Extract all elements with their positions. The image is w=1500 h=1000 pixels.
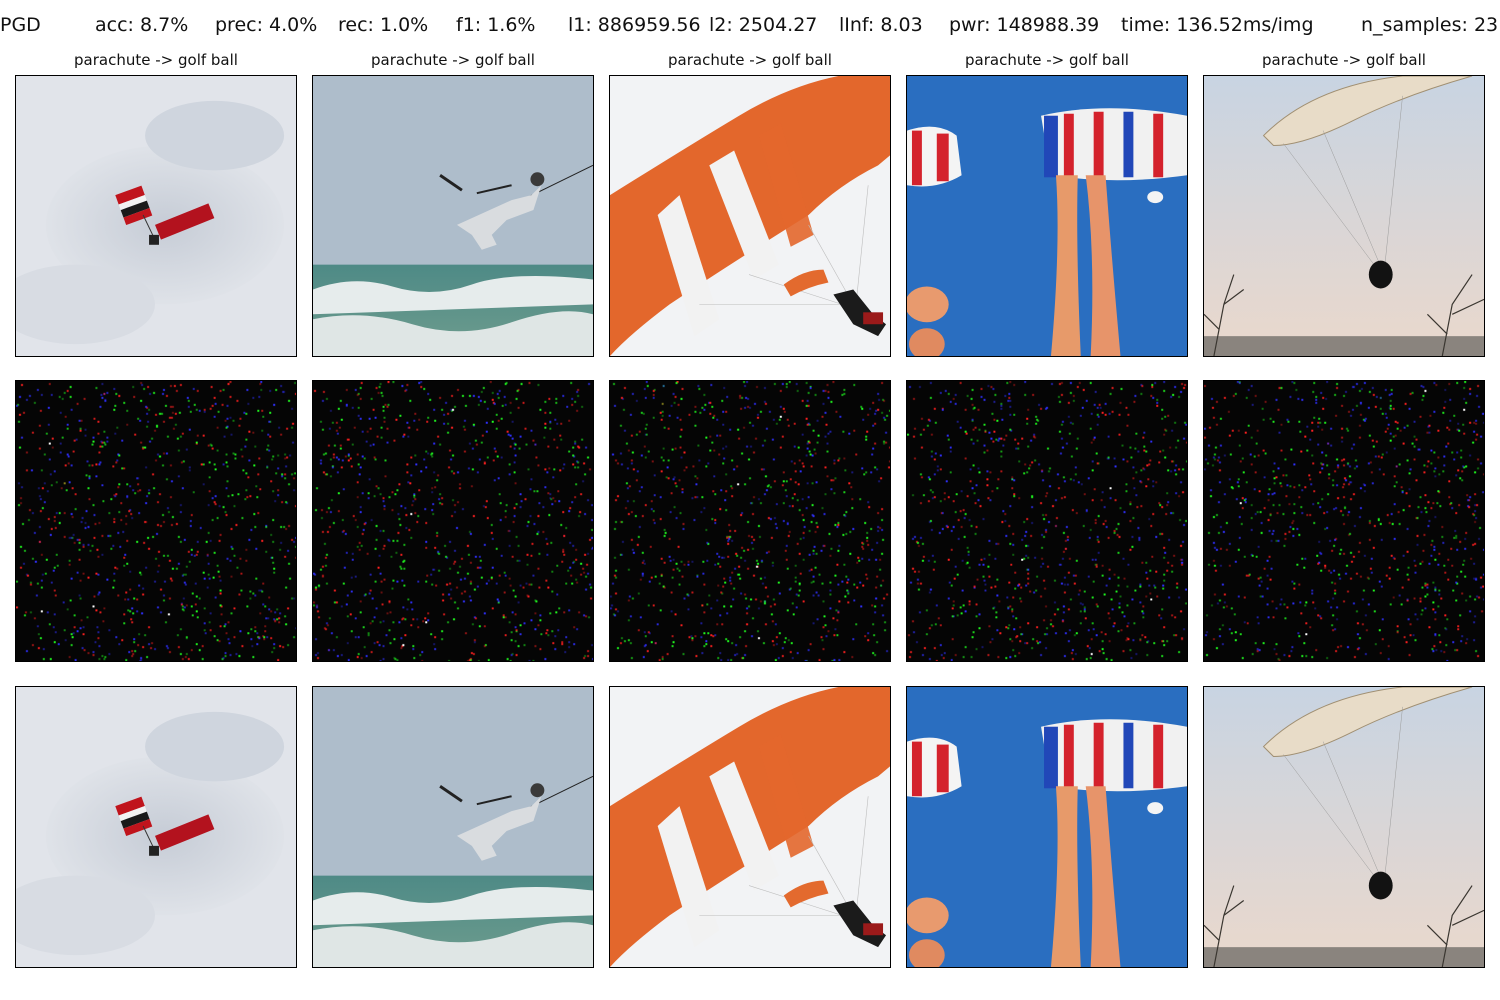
perturbation-noise [907, 381, 1187, 661]
l1-metric: l1: 886959.56 [568, 14, 701, 36]
adversarial-image-panel [15, 686, 297, 968]
kitesurfer-adversarial-image [313, 687, 593, 967]
perturbation-noise [16, 381, 296, 661]
column-title: parachute -> golf ball [371, 51, 535, 69]
precision-metric: prec: 4.0% [215, 14, 318, 36]
perturbation-panel [15, 380, 297, 662]
perturbation-noise [610, 381, 890, 661]
power-metric: pwr: 148988.39 [949, 14, 1100, 36]
f1-metric: f1: 1.6% [456, 14, 536, 36]
adversarial-image-panel [906, 686, 1188, 968]
perturbation-panel [1203, 380, 1485, 662]
raf-parachutes-image [907, 76, 1187, 356]
column-title: parachute -> golf ball [74, 51, 238, 69]
adversarial-image-panel [609, 686, 891, 968]
time-metric: time: 136.52ms/img [1121, 14, 1314, 36]
perturbation-noise [313, 381, 593, 661]
parachute-image [610, 76, 890, 356]
l2-metric: l2: 2504.27 [709, 14, 818, 36]
adversarial-image-panel [312, 686, 594, 968]
kitesurfer-image [313, 76, 593, 356]
original-image-panel [312, 75, 594, 357]
parachute-adversarial-image [610, 687, 890, 967]
accuracy-metric: acc: 8.7% [95, 14, 189, 36]
column-title: parachute -> golf ball [965, 51, 1129, 69]
metrics-header: PGD acc: 8.7% prec: 4.0% rec: 1.0% f1: 1… [0, 14, 1500, 44]
paraglider-image [1204, 76, 1484, 356]
recall-metric: rec: 1.0% [338, 14, 429, 36]
skydiver-adversarial-image [16, 687, 296, 967]
perturbation-noise [1204, 381, 1484, 661]
skydiver-image [16, 76, 296, 356]
sample-count-metric: n_samples: 23 [1361, 14, 1499, 36]
adversarial-image-panel [1203, 686, 1485, 968]
linf-metric: lInf: 8.03 [839, 14, 923, 36]
paraglider-adversarial-image [1204, 687, 1484, 967]
column-title: parachute -> golf ball [1262, 51, 1426, 69]
column-title: parachute -> golf ball [668, 51, 832, 69]
attack-method-label: PGD [0, 14, 41, 36]
original-image-panel [906, 75, 1188, 357]
perturbation-panel [609, 380, 891, 662]
original-image-panel [1203, 75, 1485, 357]
perturbation-panel [312, 380, 594, 662]
raf-parachutes-adversarial-image [907, 687, 1187, 967]
perturbation-panel [906, 380, 1188, 662]
original-image-panel [609, 75, 891, 357]
original-image-panel [15, 75, 297, 357]
